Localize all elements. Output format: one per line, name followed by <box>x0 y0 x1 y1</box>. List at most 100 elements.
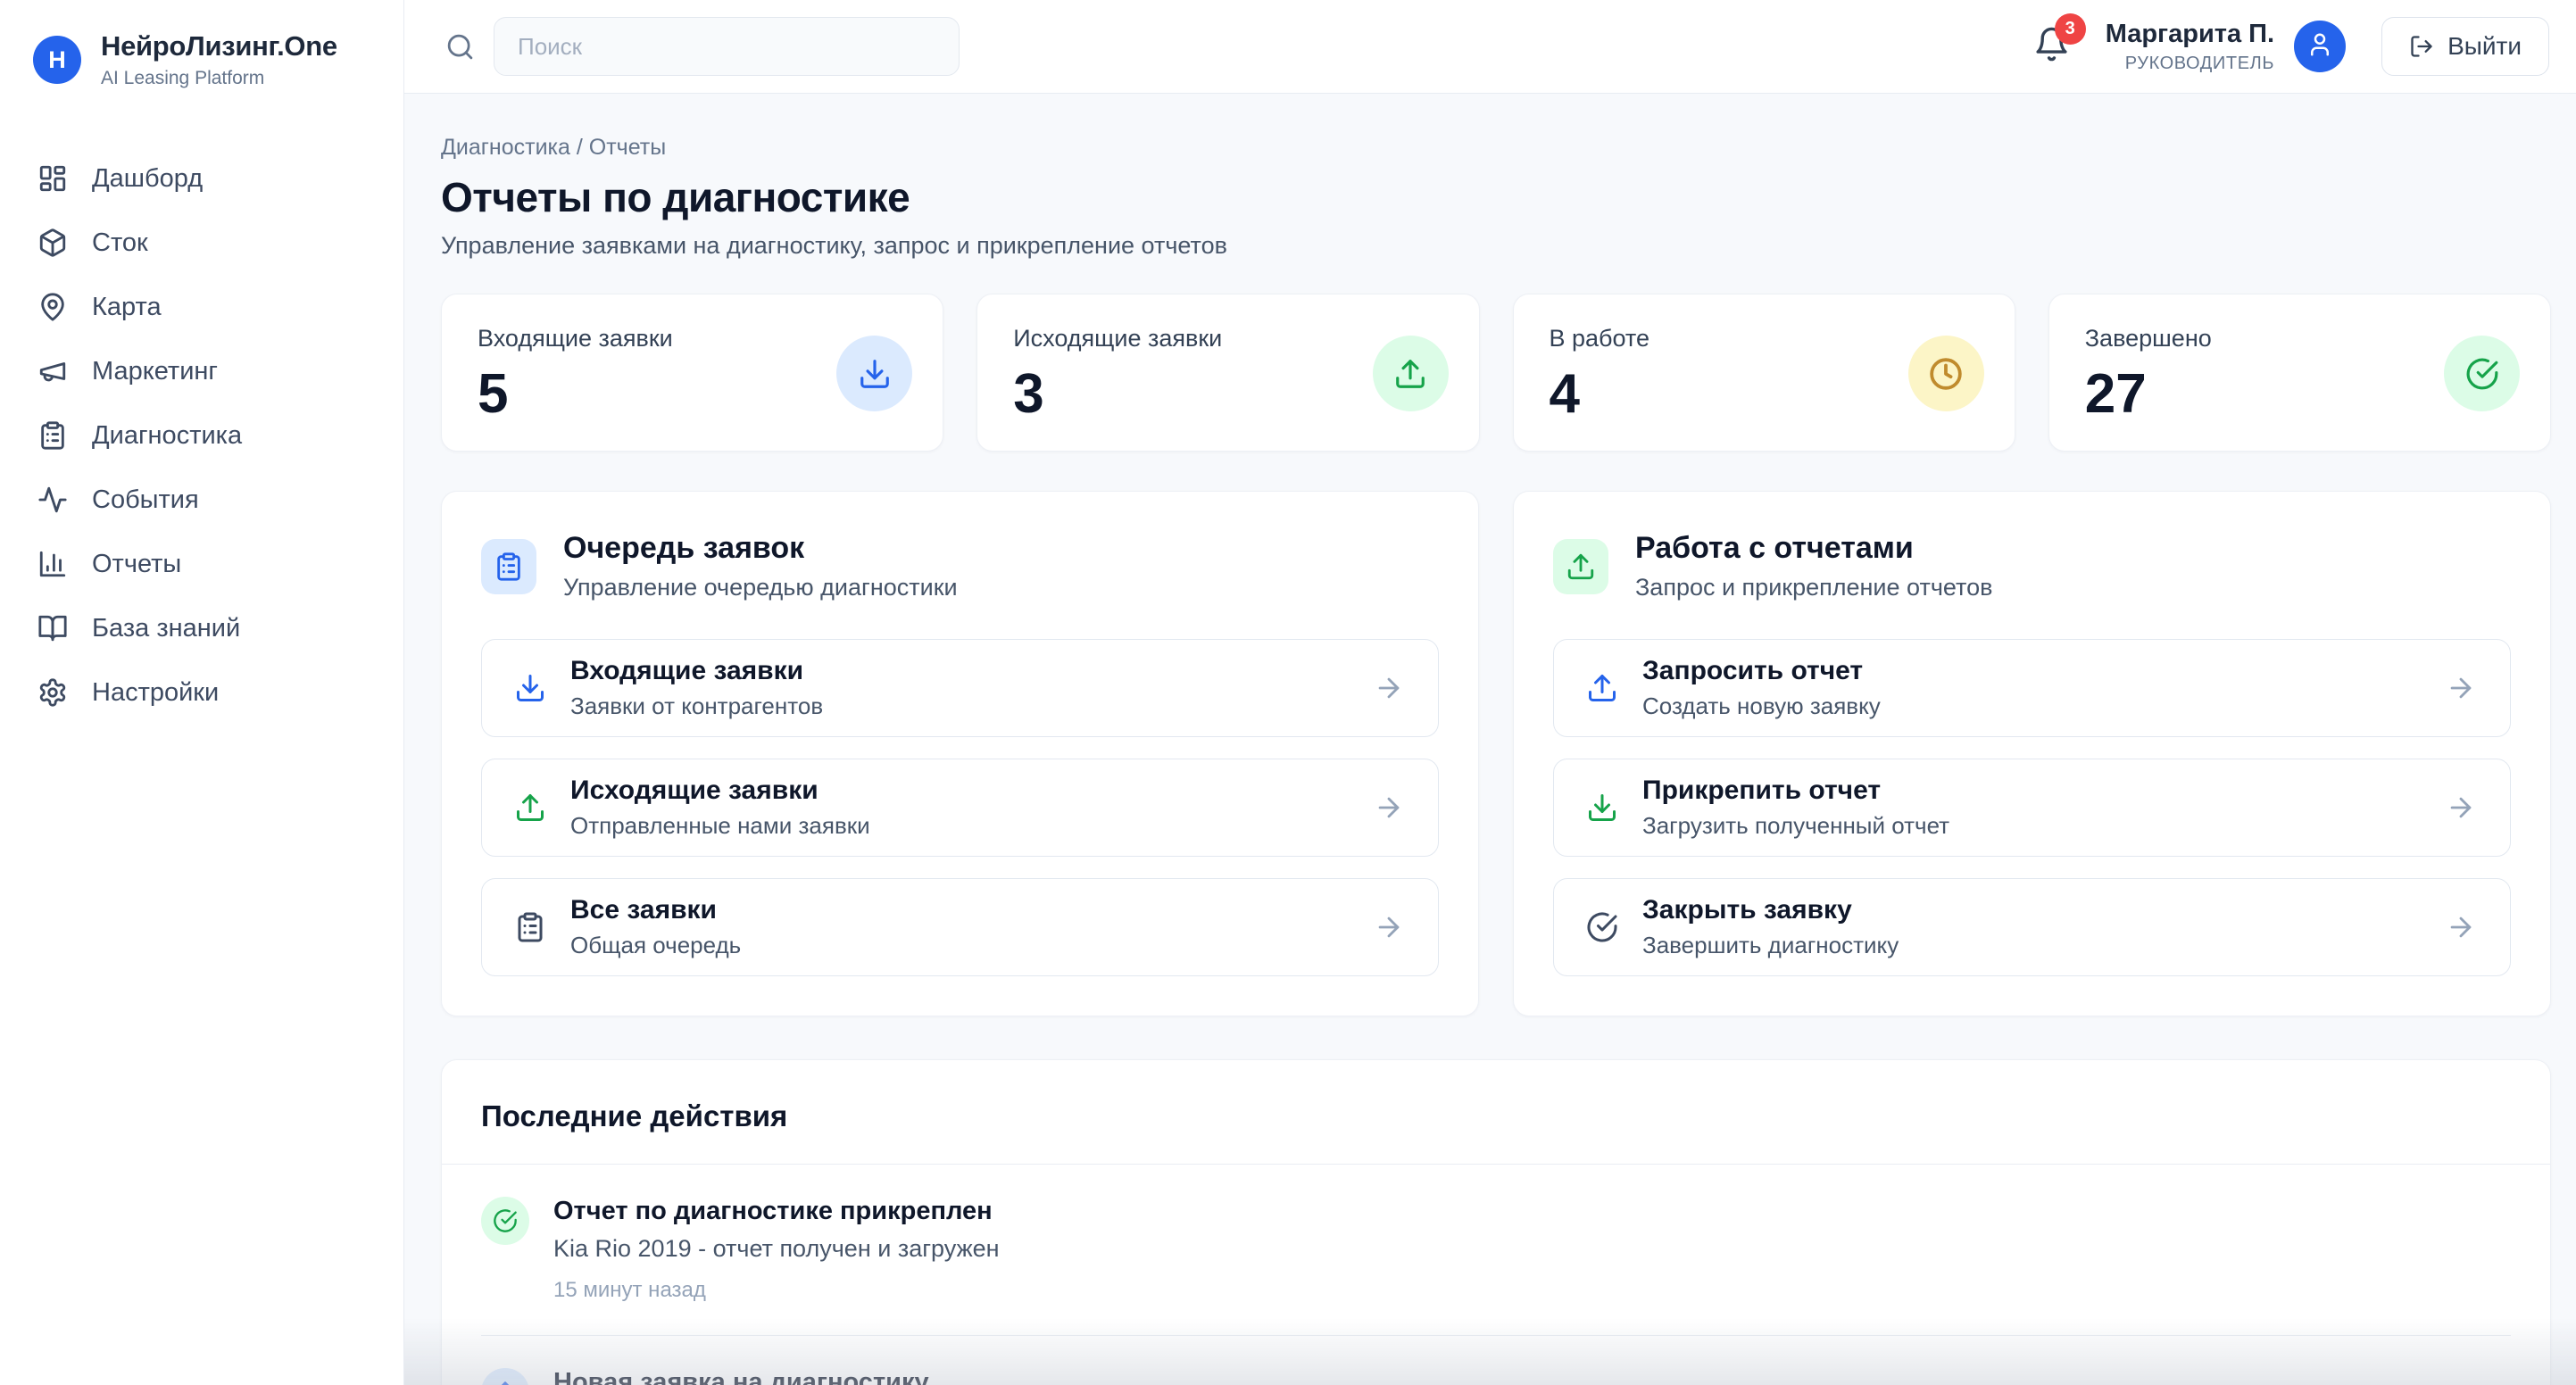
activity-item: Отчет по диагностике прикреплен Kia Rio … <box>481 1165 2511 1335</box>
activity-item-text: Новая заявка на диагностику КАМАЗ 65115 … <box>553 1368 1069 1385</box>
reports-panel-heading: Работа с отчетами Запрос и прикрепление … <box>1635 531 1992 601</box>
arrow-right-icon <box>2446 912 2476 942</box>
page-subtitle: Управление заявками на диагностику, запр… <box>441 232 2551 260</box>
queue-panel-items: Входящие заявки Заявки от контрагентов И… <box>481 639 1439 976</box>
stat-info: Исходящие заявки 3 <box>1013 325 1222 422</box>
stat-label: В работе <box>1550 325 1650 352</box>
user-role: РУКОВОДИТЕЛЬ <box>2106 54 2274 74</box>
item-title: Закрыть заявку <box>1642 895 1899 925</box>
recent-activity-card: Последние действия Отчет по диагностике … <box>441 1059 2551 1385</box>
avatar[interactable] <box>2294 21 2346 72</box>
sidebar-item-settings[interactable]: Настройки <box>0 660 403 725</box>
reports-item-attach[interactable]: Прикрепить отчет Загрузить полученный от… <box>1553 759 2511 857</box>
sidebar-item-label: Маркетинг <box>92 357 218 386</box>
upload-icon <box>1586 672 1618 704</box>
sidebar-item-label: Диагностика <box>92 421 242 451</box>
map-pin-icon <box>37 292 68 322</box>
page-content: Диагностика / Отчеты Отчеты по диагности… <box>404 94 2576 1385</box>
breadcrumb: Диагностика / Отчеты <box>441 135 2551 161</box>
reports-panel-header: Работа с отчетами Запрос и прикрепление … <box>1553 531 2511 601</box>
user-name: Маргарита П. <box>2106 20 2274 49</box>
download-icon <box>836 336 912 411</box>
reports-item-request[interactable]: Запросить отчет Создать новую заявку <box>1553 639 2511 737</box>
sidebar-item-label: События <box>92 485 199 515</box>
sidebar-item-knowledge-base[interactable]: База знаний <box>0 596 403 660</box>
arrow-right-icon <box>2446 792 2476 823</box>
upload-icon <box>1553 539 1608 594</box>
stat-card-outgoing: Исходящие заявки 3 <box>976 294 1479 452</box>
clipboard-list-icon <box>37 420 68 451</box>
activity-item-title: Отчет по диагностике прикреплен <box>553 1197 1000 1226</box>
reports-panel-items: Запросить отчет Создать новую заявку При… <box>1553 639 2511 976</box>
reports-panel: Работа с отчетами Запрос и прикрепление … <box>1513 491 2551 1016</box>
item-text: Прикрепить отчет Загрузить полученный от… <box>1642 775 1949 840</box>
arrow-right-icon <box>1374 792 1404 823</box>
dashboard-icon <box>37 163 68 194</box>
panel-subtitle: Управление очередью диагностики <box>563 574 958 601</box>
activity-item-text: Отчет по диагностике прикреплен Kia Rio … <box>553 1197 1000 1303</box>
item-subtitle: Завершить диагностику <box>1642 932 1899 959</box>
clipboard-list-icon <box>514 911 546 943</box>
upload-icon <box>481 1368 529 1385</box>
notifications-button[interactable]: 3 <box>2033 26 2070 67</box>
arrow-right-icon <box>1374 673 1404 703</box>
brand-text: НейроЛизинг.One AI Leasing Platform <box>101 30 337 89</box>
stat-label: Исходящие заявки <box>1013 325 1222 352</box>
panels-row: Очередь заявок Управление очередью диагн… <box>441 491 2551 1016</box>
page-title: Отчеты по диагностике <box>441 173 2551 221</box>
item-text: Исходящие заявки Отправленные нами заявк… <box>570 775 870 840</box>
queue-item-outgoing[interactable]: Исходящие заявки Отправленные нами заявк… <box>481 759 1439 857</box>
panel-subtitle: Запрос и прикрепление отчетов <box>1635 574 1992 601</box>
sidebar-item-diagnostics[interactable]: Диагностика <box>0 403 403 468</box>
item-title: Прикрепить отчет <box>1642 775 1949 806</box>
sidebar-item-dashboard[interactable]: Дашборд <box>0 146 403 211</box>
item-subtitle: Загрузить полученный отчет <box>1642 812 1949 840</box>
item-title: Запросить отчет <box>1642 656 1881 686</box>
logout-icon <box>2409 34 2434 59</box>
item-text: Закрыть заявку Завершить диагностику <box>1642 895 1899 959</box>
activity-item-subtitle: Kia Rio 2019 - отчет получен и загружен <box>553 1235 1000 1263</box>
reports-item-close[interactable]: Закрыть заявку Завершить диагностику <box>1553 878 2511 976</box>
activity-item: Новая заявка на диагностику КАМАЗ 65115 … <box>481 1335 2511 1385</box>
check-circle-icon <box>1586 911 1618 943</box>
sidebar-item-events[interactable]: События <box>0 468 403 532</box>
arrow-right-icon <box>2446 673 2476 703</box>
item-text: Все заявки Общая очередь <box>570 895 741 959</box>
stat-card-incoming: Входящие заявки 5 <box>441 294 943 452</box>
stat-card-completed: Завершено 27 <box>2048 294 2551 452</box>
panel-title: Очередь заявок <box>563 531 958 566</box>
upload-icon <box>1373 336 1449 411</box>
activity-title: Последние действия <box>481 1099 2511 1133</box>
stats-row: Входящие заявки 5 Исходящие заявки 3 В р… <box>441 294 2551 452</box>
stat-info: В работе 4 <box>1550 325 1650 422</box>
item-title: Исходящие заявки <box>570 775 870 806</box>
item-subtitle: Создать новую заявку <box>1642 692 1881 720</box>
queue-item-all[interactable]: Все заявки Общая очередь <box>481 878 1439 976</box>
stat-info: Входящие заявки 5 <box>478 325 673 422</box>
sidebar-item-label: База знаний <box>92 614 240 643</box>
sidebar-item-map[interactable]: Карта <box>0 275 403 339</box>
brand-title: НейроЛизинг.One <box>101 30 337 62</box>
sidebar: Н НейроЛизинг.One AI Leasing Platform Да… <box>0 0 404 1385</box>
panel-title: Работа с отчетами <box>1635 531 1992 566</box>
search-input[interactable] <box>494 17 960 76</box>
item-subtitle: Общая очередь <box>570 932 741 959</box>
gear-icon <box>37 677 68 708</box>
sidebar-item-reports[interactable]: Отчеты <box>0 532 403 596</box>
sidebar-item-label: Отчеты <box>92 550 181 579</box>
package-icon <box>37 228 68 258</box>
sidebar-item-stock[interactable]: Сток <box>0 211 403 275</box>
check-circle-icon <box>481 1197 529 1245</box>
sidebar-item-marketing[interactable]: Маркетинг <box>0 339 403 403</box>
sidebar-item-label: Дашборд <box>92 164 203 194</box>
activity-item-title: Новая заявка на диагностику <box>553 1368 1069 1385</box>
brand: Н НейроЛизинг.One AI Leasing Platform <box>0 30 403 114</box>
queue-panel-heading: Очередь заявок Управление очередью диагн… <box>563 531 958 601</box>
item-subtitle: Отправленные нами заявки <box>570 812 870 840</box>
item-subtitle: Заявки от контрагентов <box>570 692 823 720</box>
sidebar-item-label: Карта <box>92 293 162 322</box>
megaphone-icon <box>37 356 68 386</box>
logout-button[interactable]: Выйти <box>2381 17 2549 76</box>
stat-value: 27 <box>2085 367 2212 422</box>
queue-item-incoming[interactable]: Входящие заявки Заявки от контрагентов <box>481 639 1439 737</box>
